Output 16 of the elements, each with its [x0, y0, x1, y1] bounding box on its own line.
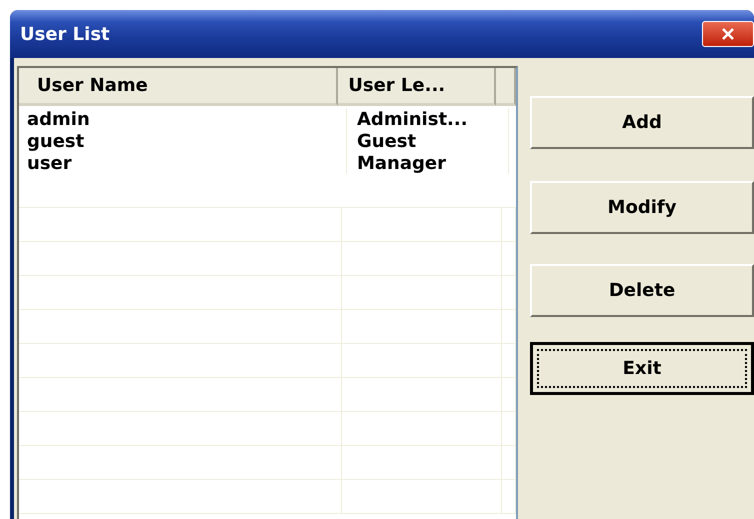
table-cell: guest — [19, 130, 347, 152]
dialog-button[interactable]: Add — [530, 96, 754, 149]
table-cell: user — [19, 152, 347, 174]
column-header — [496, 68, 516, 106]
table-cell: Guest — [347, 130, 509, 152]
dialog-button[interactable]: Delete — [530, 264, 754, 317]
table-cell: Administ... — [347, 108, 509, 130]
dialog-button[interactable]: Modify — [530, 181, 754, 234]
dialog-button[interactable]: Exit — [530, 342, 754, 395]
table-cell: Manager — [347, 152, 509, 174]
column-header[interactable]: User Name — [19, 68, 338, 106]
column-header[interactable]: User Le... — [338, 68, 496, 106]
window-title: User List — [20, 24, 110, 44]
table-cell: admin — [19, 108, 347, 130]
close-icon — [720, 27, 736, 41]
close-button[interactable] — [702, 21, 754, 47]
